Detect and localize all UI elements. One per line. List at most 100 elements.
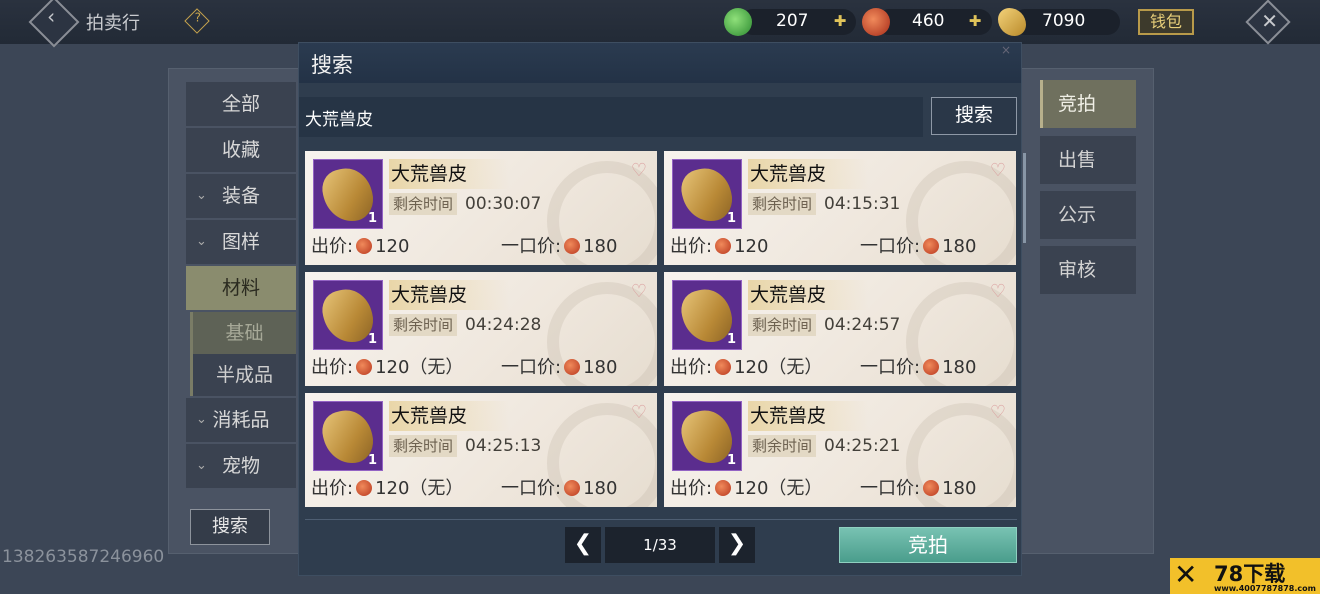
item-count: 1: [726, 211, 736, 226]
item-card[interactable]: 1 大荒兽皮 剩余时间 00:30:07 ♡ 出价: 120 一口价: 180: [305, 151, 657, 265]
bid-price: 出价: 120（无）: [670, 477, 822, 501]
currency-jade-value: 207: [776, 11, 809, 31]
buyout-price: 一口价: 180: [860, 235, 976, 259]
site-watermark: ✕ 78下载 www.4007787878.com: [1170, 558, 1320, 594]
buyout-value: 180: [942, 236, 977, 257]
red-coin-icon: [715, 238, 732, 254]
search-button[interactable]: 搜索: [931, 97, 1017, 135]
item-name: 大荒兽皮: [389, 401, 509, 431]
item-card[interactable]: 1 大荒兽皮 剩余时间 04:24:28 ♡ 出价: 120（无） 一口价: 180: [305, 272, 657, 386]
prev-page-button[interactable]: ❮: [565, 527, 601, 563]
chevron-right-icon: ❯: [727, 531, 747, 556]
search-dialog: 搜索 × 大荒兽皮 搜索 1 大荒兽皮 剩余时间 00:30:07 ♡ 出价: 120 一口价…: [298, 42, 1026, 576]
sidebar-search-button[interactable]: 搜索: [190, 509, 270, 545]
tab-bidding[interactable]: 竞拍: [1040, 80, 1136, 128]
watermark-logo-icon: ✕: [1174, 558, 1198, 591]
red-coin-icon: [564, 480, 581, 496]
favorite-heart-icon[interactable]: ♡: [627, 403, 651, 425]
dialog-close-icon[interactable]: ×: [1001, 43, 1011, 57]
item-card[interactable]: 1 大荒兽皮 剩余时间 04:15:31 ♡ 出价: 120 一口价: 180: [664, 151, 1016, 265]
tab-sell[interactable]: 出售: [1040, 136, 1136, 184]
red-coin-icon: [923, 480, 940, 496]
buyout-label: 一口价:: [860, 478, 921, 499]
tab-review[interactable]: 审核: [1040, 246, 1136, 294]
sidebar-item-all[interactable]: 全部: [186, 82, 296, 126]
help-icon: ?: [194, 10, 202, 25]
chevron-down-icon: ⌄: [196, 412, 207, 427]
favorite-heart-icon[interactable]: ♡: [627, 161, 651, 183]
buyout-price: 一口价: 180: [860, 356, 976, 380]
bid-label: 出价:: [311, 478, 354, 499]
currency-gold: 7090: [1012, 9, 1120, 35]
bid-label: 出价:: [311, 357, 354, 378]
close-icon: ✕: [1261, 8, 1279, 33]
item-count: 1: [726, 332, 736, 347]
bid-price: 出价: 120（无）: [311, 477, 463, 501]
item-name: 大荒兽皮: [748, 401, 868, 431]
time-remaining-value: 00:30:07: [465, 194, 542, 214]
buyout-price: 一口价: 180: [501, 356, 617, 380]
bid-price: 出价: 120: [670, 235, 768, 259]
buyout-value: 180: [583, 478, 618, 499]
add-jade-icon[interactable]: ✚: [832, 13, 848, 29]
favorite-heart-icon[interactable]: ♡: [986, 282, 1010, 304]
item-count: 1: [367, 332, 377, 347]
chevron-down-icon: ⌄: [196, 188, 207, 203]
bid-value: 120（无）: [734, 478, 823, 499]
sidebar-item-pets[interactable]: ⌄ 宠物: [186, 444, 296, 488]
item-thumbnail: 1: [313, 159, 383, 229]
item-card[interactable]: 1 大荒兽皮 剩余时间 04:25:21 ♡ 出价: 120（无） 一口价: 180: [664, 393, 1016, 507]
red-coin-icon: [356, 480, 373, 496]
sidebar-item-materials[interactable]: 材料: [186, 266, 296, 310]
chevron-down-icon: ⌄: [196, 458, 207, 473]
buyout-label: 一口价:: [860, 236, 921, 257]
red-coin-icon: [564, 359, 581, 375]
item-name: 大荒兽皮: [389, 159, 509, 189]
favorite-heart-icon[interactable]: ♡: [627, 282, 651, 304]
item-thumbnail: 1: [672, 401, 742, 471]
page-title: 拍卖行: [86, 13, 140, 34]
item-card[interactable]: 1 大荒兽皮 剩余时间 04:25:13 ♡ 出价: 120（无） 一口价: 180: [305, 393, 657, 507]
sidebar-item-equipment[interactable]: ⌄ 装备: [186, 174, 296, 218]
red-coin-icon: [356, 359, 373, 375]
sidebar-item-consumables[interactable]: ⌄ 消耗品: [186, 398, 296, 442]
currency-gold-value: 7090: [1042, 11, 1086, 31]
item-card[interactable]: 1 大荒兽皮 剩余时间 04:24:57 ♡ 出价: 120（无） 一口价: 180: [664, 272, 1016, 386]
buyout-label: 一口价:: [860, 357, 921, 378]
add-red-icon[interactable]: ✚: [967, 13, 983, 29]
favorite-heart-icon[interactable]: ♡: [986, 403, 1010, 425]
sidebar-item-label: 材料: [221, 277, 260, 299]
sidebar-item-label: 收藏: [221, 139, 260, 161]
buyout-value: 180: [942, 478, 977, 499]
search-input[interactable]: [299, 97, 923, 137]
bid-button[interactable]: 竞拍: [839, 527, 1017, 563]
bid-value: 120（无）: [375, 357, 464, 378]
sidebar-item-favorites[interactable]: 收藏: [186, 128, 296, 172]
tab-public[interactable]: 公示: [1040, 191, 1136, 239]
dialog-title: 搜索: [311, 53, 353, 77]
time-remaining-value: 04:25:13: [465, 436, 542, 456]
bid-price: 出价: 120（无）: [311, 356, 463, 380]
favorite-heart-icon[interactable]: ♡: [986, 161, 1010, 183]
next-page-button[interactable]: ❯: [719, 527, 755, 563]
bid-value: 120: [375, 236, 410, 257]
back-arrow-icon: ‹: [47, 4, 56, 29]
sidebar-subitem-semi-finished[interactable]: 半成品: [190, 354, 296, 396]
dialog-header: [299, 43, 1021, 83]
sidebar-item-label: 全部: [221, 93, 260, 115]
time-remaining-label: 剩余时间: [748, 435, 817, 457]
item-thumbnail: 1: [313, 401, 383, 471]
sidebar-subitem-basic[interactable]: 基础: [190, 312, 296, 354]
item-count: 1: [367, 211, 377, 226]
sidebar-item-patterns[interactable]: ⌄ 图样: [186, 220, 296, 264]
item-name: 大荒兽皮: [748, 159, 868, 189]
sidebar-item-label: 基础: [225, 322, 264, 344]
wallet-button[interactable]: 钱包: [1138, 9, 1194, 35]
scrollbar[interactable]: [1023, 153, 1026, 243]
buyout-price: 一口价: 180: [501, 235, 617, 259]
time-remaining-label: 剩余时间: [748, 193, 817, 215]
red-coin-icon: [923, 238, 940, 254]
red-coin-icon: [715, 359, 732, 375]
red-coin-icon: [715, 480, 732, 496]
bid-value: 120（无）: [375, 478, 464, 499]
